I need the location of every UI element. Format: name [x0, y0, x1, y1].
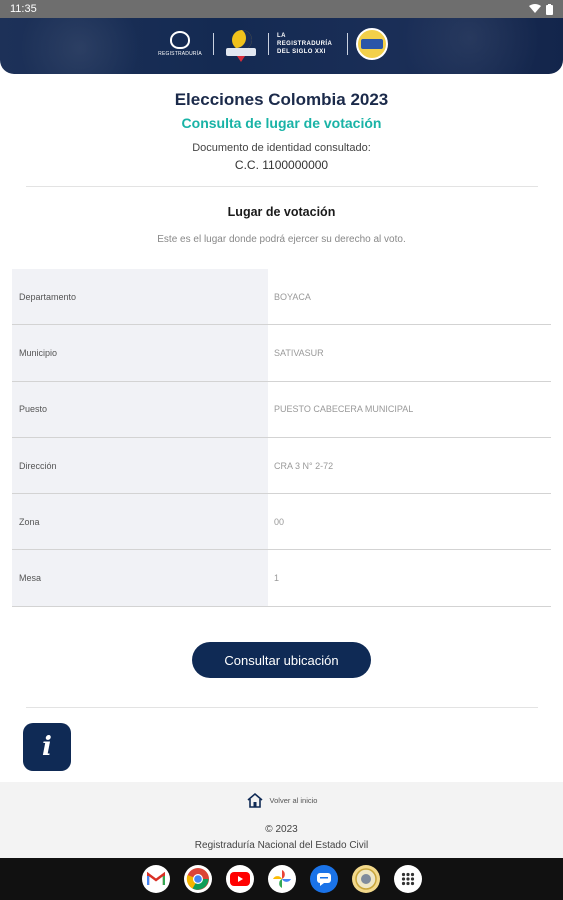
footer: Volver al inicio © 2023 Registraduría Na…: [0, 782, 563, 858]
info-icon: i: [42, 732, 52, 762]
wifi-icon: [529, 4, 541, 13]
status-bar: 11:35: [0, 0, 563, 18]
row-value: BOYACA: [274, 291, 311, 302]
organization-name: Registraduría Nacional del Estado Civil: [194, 840, 369, 851]
logo-separator: [347, 33, 348, 55]
home-link[interactable]: Volver al inicio: [0, 792, 563, 809]
seal-logo: [356, 28, 388, 60]
section-description: Este es el lugar donde podrá ejercer su …: [157, 234, 406, 245]
section-title: Lugar de votación: [227, 205, 336, 219]
home-link-label: Volver al inicio: [269, 796, 318, 805]
row-value: 1: [274, 573, 280, 584]
home-icon: [246, 792, 263, 808]
divider: [26, 707, 538, 708]
row-label: Mesa: [12, 550, 268, 606]
row-value: PUESTO CABECERA MUNICIPAL: [274, 404, 414, 415]
registraduria-logo: REGISTRADURÍA: [155, 26, 205, 62]
row-value: SATIVASUR: [274, 347, 324, 358]
row-value: 00: [274, 516, 285, 527]
header-banner: REGISTRADURÍA LA REGISTRADURÍA DEL SIGLO…: [0, 18, 563, 74]
header-logos: REGISTRADURÍA LA REGISTRADURÍA DEL SIGLO…: [155, 26, 388, 62]
taskbar: [0, 858, 563, 900]
table-row: Dirección CRA 3 N° 2-72: [12, 437, 551, 495]
battery-icon: [546, 3, 553, 15]
logo-separator: [213, 33, 214, 55]
row-label: Dirección: [12, 437, 268, 494]
app-drawer-icon[interactable]: [393, 865, 422, 893]
table-row: Departamento BOYACA: [12, 269, 551, 326]
siglo-xxi-line2: DEL SIGLO XXI: [277, 49, 326, 55]
row-label: Zona: [12, 494, 268, 550]
table-row: Mesa 1: [12, 550, 551, 607]
row-value: CRA 3 N° 2-72: [274, 460, 334, 471]
youtube-icon[interactable]: [225, 865, 254, 893]
status-icons: [529, 3, 553, 15]
row-label: Municipio: [12, 325, 268, 381]
table-row: Municipio SATIVASUR: [12, 325, 551, 382]
logo-separator: [268, 33, 269, 55]
page-subtitle: Consulta de lugar de votación: [181, 115, 382, 131]
voting-place-table: Departamento BOYACA Municipio SATIVASUR …: [12, 269, 551, 607]
row-label: Puesto: [12, 381, 268, 437]
photos-icon[interactable]: [267, 865, 296, 893]
document-label: Documento de identidad consultado:: [192, 142, 371, 154]
registraduria-app-icon[interactable]: [351, 865, 380, 893]
info-button[interactable]: i: [23, 723, 71, 771]
divider: [26, 186, 538, 187]
elecciones-logo: [222, 26, 260, 62]
document-value: C.C. 1100000000: [234, 158, 329, 172]
copyright: © 2023: [265, 824, 298, 835]
siglo-xxi-line1: LA REGISTRADURÍA: [277, 33, 333, 47]
chrome-icon[interactable]: [183, 865, 212, 893]
table-row: Zona 00: [12, 494, 551, 551]
page-title: Elecciones Colombia 2023: [174, 90, 389, 109]
gmail-icon[interactable]: [141, 865, 170, 893]
table-row: Puesto PUESTO CABECERA MUNICIPAL: [12, 381, 551, 438]
siglo-xxi-logo: LA REGISTRADURÍA DEL SIGLO XXI: [277, 32, 339, 56]
messages-icon[interactable]: [309, 865, 338, 893]
status-time: 11:35: [10, 3, 37, 15]
consultar-ubicacion-button[interactable]: Consultar ubicación: [192, 642, 371, 678]
row-label: Departamento: [12, 269, 268, 325]
